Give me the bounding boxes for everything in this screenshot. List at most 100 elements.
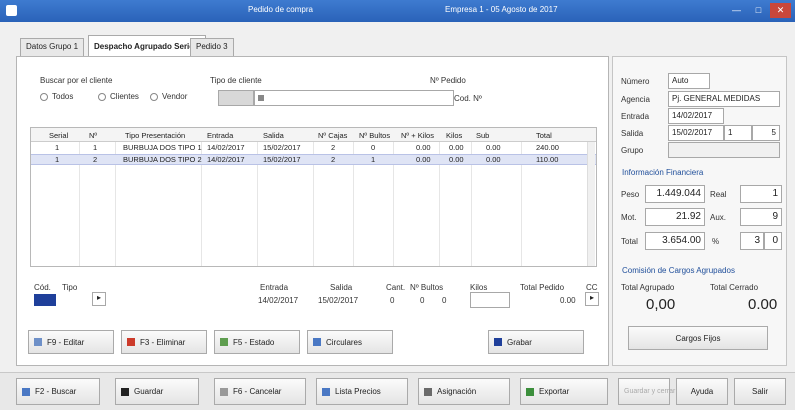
peso-real-field[interactable]: 1 (740, 185, 782, 203)
mot-label: Mot. (621, 213, 637, 222)
delete-icon (127, 338, 135, 346)
total-lookup-button[interactable]: ▸ (585, 292, 599, 306)
tab-datos-grupo[interactable]: Datos Grupo 1 (20, 38, 85, 57)
entrada-label: Entrada (621, 112, 650, 121)
col-header: Salida (263, 131, 284, 140)
button-label: Circulares (326, 337, 363, 347)
grid-scrollbar[interactable] (587, 142, 595, 266)
total-a-field[interactable]: 3 (740, 232, 764, 250)
save-icon (121, 387, 129, 396)
salida-field[interactable]: 15/02/2017 (668, 125, 724, 141)
tab-despacho[interactable]: Despacho Agrupado Serie 2 (88, 35, 207, 57)
minimize-icon[interactable]: — (726, 3, 747, 18)
radio-vendor[interactable]: Vendor (150, 92, 187, 101)
tab-pedido[interactable]: Pedido 3 (190, 38, 234, 57)
edit-button[interactable]: F9 - Editar (28, 330, 114, 354)
salida-n-field[interactable]: 1 (724, 125, 752, 141)
salida-m-value: 5 (771, 128, 776, 137)
radio-label: Clientes (110, 92, 139, 101)
button-label: Cargos Fijos (675, 333, 721, 343)
aux-field[interactable]: 9 (740, 208, 782, 226)
ayuda-button[interactable]: Ayuda (676, 378, 728, 405)
cancelar-button[interactable]: F6 - Cancelar (214, 378, 306, 405)
table-row-selected[interactable]: 1 2 BURBUJA DOS TIPO 2 14/02/2017 15/02/… (31, 154, 596, 165)
peso-field[interactable]: 1.449.044 (645, 185, 705, 203)
cell: 0.00 (416, 155, 431, 164)
estado-button[interactable]: F5 - Estado (214, 330, 300, 354)
col-header: Tipo Presentación (125, 131, 186, 140)
financial-section-title: Información Financiera (622, 168, 704, 177)
footer-kilos-label: Kilos (470, 283, 488, 292)
guardar-cerrar-button[interactable]: Guardar y cerrar (618, 378, 675, 405)
col-header: Nº Bultos (359, 131, 391, 140)
col-header: Total (536, 131, 552, 140)
total-cerrado-value: 0.00 (748, 296, 778, 313)
salida-m-field[interactable]: 5 (752, 125, 780, 141)
total-b-field[interactable]: 0 (764, 232, 782, 250)
percent-label: % (712, 237, 720, 246)
total-field[interactable]: 3.654.00 (645, 232, 705, 250)
cell: 0.00 (449, 143, 464, 152)
close-icon[interactable]: ✕ (770, 3, 791, 18)
list-icon (322, 387, 330, 396)
tipo-lookup-button[interactable]: ▸ (92, 292, 106, 306)
tipo-cliente-field[interactable] (254, 90, 454, 106)
circulares-button[interactable]: Circulares (307, 330, 393, 354)
button-label: Ayuda (690, 387, 714, 396)
radio-label: Vendor (162, 92, 188, 101)
button-label: Lista Precios (335, 387, 381, 396)
state-icon (220, 338, 228, 346)
circular-icon (313, 338, 321, 346)
color-swatch[interactable] (34, 294, 56, 306)
agencia-label: Agencia (621, 95, 650, 104)
agencia-field[interactable]: Pj. GENERAL MEDIDAS (668, 91, 780, 107)
total-label: Total (621, 237, 638, 246)
salida-label: Salida (621, 129, 644, 138)
buscar-button[interactable]: F2 - Buscar (16, 378, 100, 405)
entrada-field[interactable]: 14/02/2017 (668, 108, 724, 124)
table-row[interactable]: 1 1 BURBUJA DOS TIPO 1 14/02/2017 15/02/… (31, 143, 596, 154)
guardar-button[interactable]: Guardar (115, 378, 199, 405)
cancel-icon (220, 387, 228, 396)
items-grid[interactable]: Serial Nº Tipo Presentación Entrada Sali… (30, 127, 597, 267)
col-header: Sub (476, 131, 490, 140)
salida-n-value: 1 (728, 128, 733, 137)
footer-bultos-value[interactable]: 0 (420, 296, 424, 305)
cell: 2 (93, 155, 98, 164)
cell: 0.00 (486, 143, 501, 152)
tipo-cliente-code[interactable] (218, 90, 254, 106)
kilos-field[interactable] (470, 292, 510, 308)
footer-kilos-value[interactable]: 0 (442, 296, 446, 305)
footer-cant-value[interactable]: 0 (390, 296, 394, 305)
cargos-section-title: Comisión de Cargos Agrupados (622, 266, 735, 275)
footer-cant-label: Cant. (386, 283, 406, 292)
button-label: Guardar (134, 387, 164, 396)
maximize-icon[interactable]: □ (748, 3, 769, 18)
mot-field[interactable]: 21.92 (645, 208, 705, 226)
cell: 0 (371, 143, 376, 152)
cargos-fijos-button[interactable]: Cargos Fijos (628, 326, 768, 350)
agencia-value: Pj. GENERAL MEDIDAS (672, 94, 761, 103)
exportar-button[interactable]: Exportar (520, 378, 608, 405)
asignacion-button[interactable]: Asignación (418, 378, 510, 405)
lista-precios-button[interactable]: Lista Precios (316, 378, 408, 405)
button-label: F3 - Eliminar (140, 337, 186, 347)
grupo-field[interactable] (668, 142, 780, 158)
grabar-button[interactable]: Grabar (488, 330, 584, 354)
app-icon (6, 5, 17, 16)
cell: 2 (331, 155, 336, 164)
cell: 15/02/2017 (263, 143, 301, 152)
radio-clients[interactable]: Clientes (98, 92, 139, 101)
col-header: Nº + Kilos (401, 131, 434, 140)
footer-total-label: Total Pedido (520, 283, 565, 292)
salir-button[interactable]: Salir (734, 378, 786, 405)
footer-entrada-value[interactable]: 14/02/2017 (258, 296, 298, 305)
cell: 14/02/2017 (207, 143, 245, 152)
col-header: Nº (89, 131, 98, 140)
numero-field[interactable]: Auto (668, 73, 710, 89)
tab-label: Despacho Agrupado Serie 2 (94, 42, 201, 51)
footer-salida-value[interactable]: 15/02/2017 (318, 296, 358, 305)
radio-all[interactable]: Todos (40, 92, 73, 101)
delete-button[interactable]: F3 - Eliminar (121, 330, 207, 354)
edit-icon (34, 338, 42, 346)
